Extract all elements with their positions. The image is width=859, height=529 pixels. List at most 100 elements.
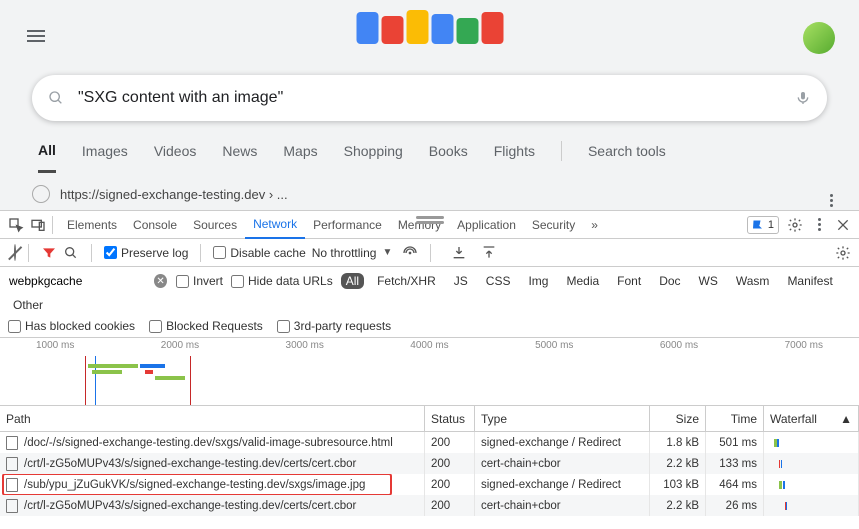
google-tabs: All Images Videos News Maps Shopping Boo… <box>38 141 827 173</box>
network-toolbar: Preserve log Disable cache No throttling… <box>0 239 859 267</box>
request-time: 501 ms <box>706 432 764 453</box>
mic-icon[interactable] <box>795 90 811 106</box>
file-icon <box>6 457 18 471</box>
network-settings-icon[interactable] <box>835 245 851 261</box>
filter-input[interactable] <box>9 272 154 290</box>
file-icon <box>6 478 18 492</box>
type-filter-font[interactable]: Font <box>612 273 646 289</box>
tick-label: 6000 ms <box>660 340 698 351</box>
third-party-checkbox[interactable]: 3rd-party requests <box>277 319 391 333</box>
network-overview[interactable]: 1000 ms 2000 ms 3000 ms 4000 ms 5000 ms … <box>0 338 859 406</box>
tick-label: 5000 ms <box>535 340 573 351</box>
tick-label: 4000 ms <box>410 340 448 351</box>
sort-icon: ▲ <box>840 412 852 426</box>
type-filter-ws[interactable]: WS <box>694 273 723 289</box>
blocked-requests-checkbox[interactable]: Blocked Requests <box>149 319 263 333</box>
type-filter-media[interactable]: Media <box>561 273 604 289</box>
table-row[interactable]: /doc/-/s/signed-exchange-testing.dev/sxg… <box>0 432 859 453</box>
request-path: /crt/l-zG5oMUPv43/s/signed-exchange-test… <box>24 500 356 512</box>
google-search-area: All Images Videos News Maps Shopping Boo… <box>0 0 859 210</box>
request-status: 200 <box>425 495 475 516</box>
file-icon <box>6 436 18 450</box>
tick-label: 3000 ms <box>286 340 324 351</box>
col-size-header[interactable]: Size <box>650 406 706 431</box>
col-time-header[interactable]: Time <box>706 406 764 431</box>
search-icon <box>48 90 64 106</box>
tab-images[interactable]: Images <box>82 143 128 171</box>
disable-cache-checkbox[interactable]: Disable cache <box>213 246 305 260</box>
table-row[interactable]: /crt/l-zG5oMUPv43/s/signed-exchange-test… <box>0 495 859 516</box>
search-bar <box>32 75 827 121</box>
tab-all[interactable]: All <box>38 142 56 173</box>
overview-chart <box>0 356 859 405</box>
type-filter-doc[interactable]: Doc <box>654 273 685 289</box>
tab-separator <box>561 141 562 161</box>
type-filter-other[interactable]: Other <box>8 297 48 313</box>
col-waterfall-header[interactable]: Waterfall▲ <box>764 406 859 431</box>
invert-checkbox[interactable]: Invert <box>176 274 223 288</box>
type-filter-css[interactable]: CSS <box>481 273 516 289</box>
request-time: 133 ms <box>706 453 764 474</box>
file-icon <box>6 499 18 513</box>
request-type: signed-exchange / Redirect <box>475 474 650 495</box>
clear-filter-icon[interactable]: ✕ <box>154 274 167 288</box>
network-conditions-icon[interactable] <box>402 245 418 261</box>
google-doodle-logo[interactable] <box>356 10 503 44</box>
request-size: 2.2 kB <box>650 453 706 474</box>
devtools-panel: Elements Console Sources Network Perform… <box>0 210 859 529</box>
request-type: signed-exchange / Redirect <box>475 432 650 453</box>
chevron-down-icon: ▼ <box>378 247 396 258</box>
filter-icon[interactable] <box>41 245 57 261</box>
table-row[interactable]: /crt/l-zG5oMUPv43/s/signed-exchange-test… <box>0 453 859 474</box>
google-menu-icon[interactable] <box>24 24 48 51</box>
request-waterfall <box>764 432 859 453</box>
type-filter-js[interactable]: JS <box>449 273 473 289</box>
request-waterfall <box>764 495 859 516</box>
clear-button[interactable] <box>14 245 16 260</box>
type-filter-manifest[interactable]: Manifest <box>782 273 837 289</box>
col-path-header[interactable]: Path <box>0 406 425 431</box>
search-requests-icon[interactable] <box>63 245 79 261</box>
hide-data-urls-checkbox[interactable]: Hide data URLs <box>231 274 333 288</box>
search-result-url-row[interactable]: https://signed-exchange-testing.dev › ..… <box>0 173 859 215</box>
tab-flights[interactable]: Flights <box>494 143 535 171</box>
tab-maps[interactable]: Maps <box>283 143 317 171</box>
search-input[interactable] <box>78 89 781 107</box>
profile-avatar[interactable] <box>803 22 835 54</box>
tick-label: 2000 ms <box>161 340 199 351</box>
tick-label: 1000 ms <box>36 340 74 351</box>
tab-shopping[interactable]: Shopping <box>344 143 403 171</box>
request-type: cert-chain+cbor <box>475 495 650 516</box>
request-type: cert-chain+cbor <box>475 453 650 474</box>
result-more-icon[interactable] <box>830 181 833 207</box>
tab-books[interactable]: Books <box>429 143 468 171</box>
devtools-drag-handle[interactable] <box>0 215 859 223</box>
request-waterfall <box>764 453 859 474</box>
request-path: /crt/l-zG5oMUPv43/s/signed-exchange-test… <box>24 458 356 470</box>
tab-videos[interactable]: Videos <box>154 143 197 171</box>
col-status-header[interactable]: Status <box>425 406 475 431</box>
table-row[interactable]: /sub/ypu_jZuGukVK/s/signed-exchange-test… <box>0 474 859 495</box>
blocked-cookies-checkbox[interactable]: Has blocked cookies <box>8 319 135 333</box>
type-filter-img[interactable]: Img <box>523 273 553 289</box>
request-status: 200 <box>425 453 475 474</box>
throttling-dropdown[interactable]: No throttling▼ <box>312 246 397 260</box>
import-har-icon[interactable] <box>451 245 467 261</box>
tick-label: 7000 ms <box>785 340 823 351</box>
type-filter-fetch[interactable]: Fetch/XHR <box>372 273 441 289</box>
request-status: 200 <box>425 474 475 495</box>
tab-news[interactable]: News <box>222 143 257 171</box>
col-type-header[interactable]: Type <box>475 406 650 431</box>
request-path: /sub/ypu_jZuGukVK/s/signed-exchange-test… <box>24 479 365 491</box>
export-har-icon[interactable] <box>481 245 497 261</box>
type-filter-all[interactable]: All <box>341 273 364 289</box>
search-tools-button[interactable]: Search tools <box>588 143 666 171</box>
result-favicon-icon <box>32 185 50 203</box>
filter-input-wrapper: ✕ <box>8 271 168 291</box>
network-filter-row: ✕ Invert Hide data URLs All Fetch/XHR JS… <box>0 267 859 338</box>
type-filter-wasm[interactable]: Wasm <box>731 273 775 289</box>
request-path: /doc/-/s/signed-exchange-testing.dev/sxg… <box>24 437 393 449</box>
preserve-log-checkbox[interactable]: Preserve log <box>104 246 188 260</box>
request-waterfall <box>764 474 859 495</box>
request-size: 103 kB <box>650 474 706 495</box>
